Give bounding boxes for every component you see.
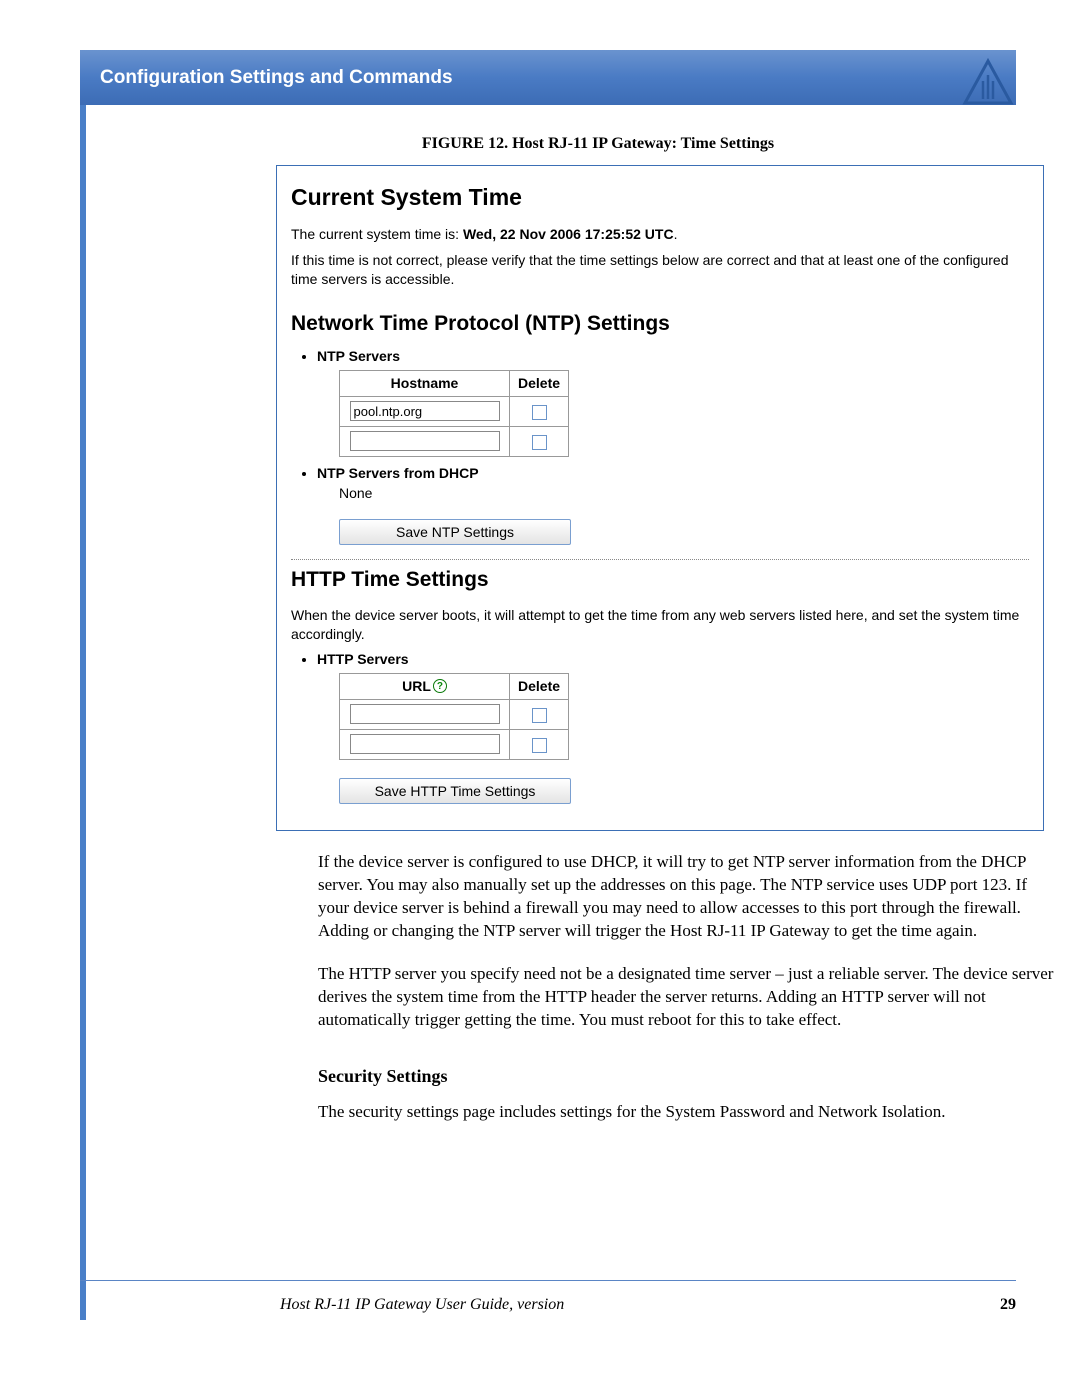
- ntp-servers-table: Hostname Delete: [339, 370, 569, 457]
- ntp-servers-label: NTP Servers: [317, 348, 1029, 364]
- http-delete-checkbox-0[interactable]: [532, 708, 547, 723]
- http-servers-label: HTTP Servers: [317, 651, 1029, 667]
- current-time-prefix: The current system time is:: [291, 226, 463, 242]
- table-row: [340, 729, 569, 759]
- brand-logo-icon: [961, 55, 1016, 110]
- body-paragraph-1: If the device server is configured to us…: [318, 851, 1058, 943]
- figure-caption-text: Host RJ-11 IP Gateway: Time Settings: [512, 135, 774, 152]
- body-paragraph-2: The HTTP server you specify need not be …: [318, 963, 1058, 1032]
- ntp-hostname-input-0[interactable]: [350, 401, 500, 421]
- save-ntp-button[interactable]: Save NTP Settings: [339, 519, 571, 545]
- ntp-heading: Network Time Protocol (NTP) Settings: [291, 312, 1029, 336]
- save-http-button[interactable]: Save HTTP Time Settings: [339, 778, 571, 804]
- page-footer: Host RJ-11 IP Gateway User Guide, versio…: [80, 1296, 1016, 1314]
- header-title: Configuration Settings and Commands: [100, 67, 453, 88]
- ntp-delete-checkbox-0[interactable]: [532, 405, 547, 420]
- http-delete-checkbox-1[interactable]: [532, 738, 547, 753]
- page-number: 29: [1000, 1296, 1016, 1314]
- ntp-col-delete: Delete: [510, 370, 569, 396]
- figure-screenshot: Current System Time The current system t…: [276, 165, 1044, 831]
- table-row: [340, 426, 569, 456]
- footer-rule: [80, 1280, 1016, 1281]
- figure-caption: FIGURE 12. Host RJ-11 IP Gateway: Time S…: [278, 135, 918, 153]
- table-row: [340, 699, 569, 729]
- http-note: When the device server boots, it will at…: [291, 606, 1029, 645]
- current-system-time-heading: Current System Time: [291, 184, 1029, 211]
- figure-label: FIGURE 12.: [422, 135, 508, 152]
- current-time-line: The current system time is: Wed, 22 Nov …: [291, 225, 1029, 245]
- http-heading: HTTP Time Settings: [291, 568, 1029, 592]
- http-col-url: URL?: [340, 673, 510, 699]
- current-time-note: If this time is not correct, please veri…: [291, 251, 1029, 290]
- current-time-suffix: .: [674, 226, 678, 242]
- header-bar: Configuration Settings and Commands: [80, 50, 1016, 105]
- http-col-delete: Delete: [510, 673, 569, 699]
- http-col-url-text: URL: [402, 678, 431, 694]
- section-divider: [291, 559, 1029, 560]
- security-settings-text: The security settings page includes sett…: [318, 1101, 1058, 1124]
- table-row: [340, 396, 569, 426]
- ntp-dhcp-label: NTP Servers from DHCP: [317, 465, 1029, 481]
- ntp-dhcp-value: None: [339, 485, 1029, 501]
- http-url-input-1[interactable]: [350, 734, 500, 754]
- footer-text: Host RJ-11 IP Gateway User Guide, versio…: [280, 1296, 564, 1313]
- ntp-hostname-input-1[interactable]: [350, 431, 500, 451]
- ntp-col-hostname: Hostname: [340, 370, 510, 396]
- http-url-input-0[interactable]: [350, 704, 500, 724]
- help-icon[interactable]: ?: [433, 679, 447, 693]
- http-servers-table: URL? Delete: [339, 673, 569, 760]
- security-settings-heading: Security Settings: [318, 1066, 1016, 1087]
- current-time-value: Wed, 22 Nov 2006 17:25:52 UTC: [463, 226, 674, 242]
- ntp-delete-checkbox-1[interactable]: [532, 435, 547, 450]
